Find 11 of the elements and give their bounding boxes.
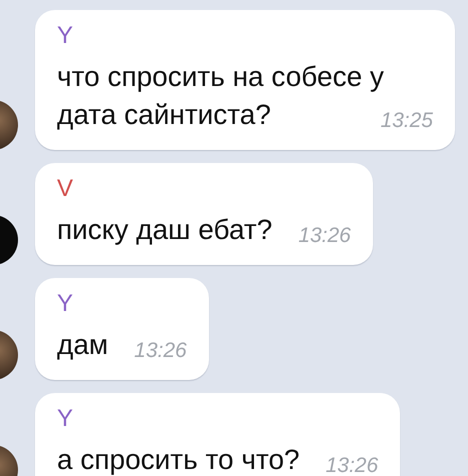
message-text: писку даш ебат?: [57, 214, 272, 245]
sender-name: V: [57, 175, 74, 203]
sender-name: Y: [57, 405, 74, 433]
message-time: 13:26: [134, 338, 187, 364]
message-time: 13:26: [298, 223, 351, 249]
sender-name: Y: [57, 290, 74, 318]
sender-name: Y: [57, 22, 74, 50]
message-time: 13:26: [326, 453, 378, 476]
message-text: а спросить то что?: [57, 444, 300, 475]
message-text: дам: [57, 329, 108, 360]
message-time: 13:25: [380, 108, 433, 134]
